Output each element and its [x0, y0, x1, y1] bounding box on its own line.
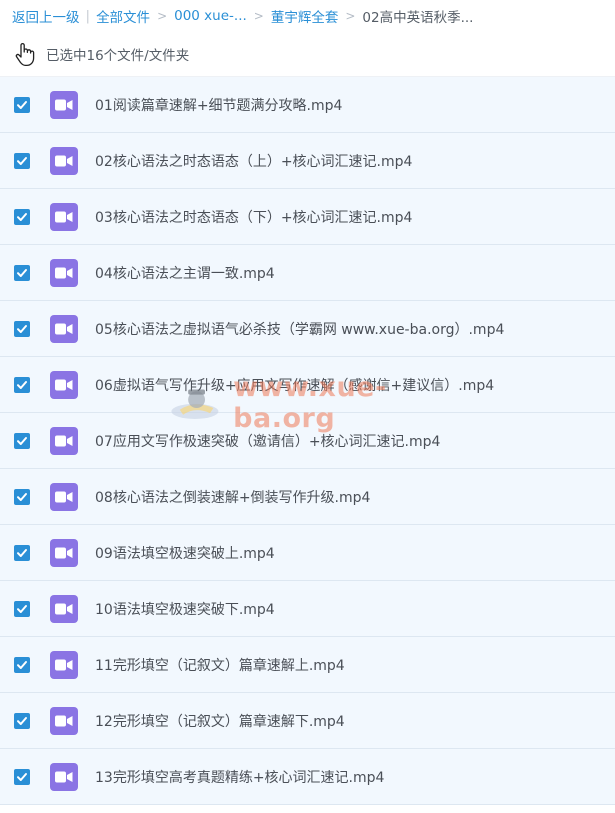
- file-row[interactable]: 13完形填空高考真题精练+核心词汇速记.mp4: [0, 749, 615, 805]
- checkmark-icon: [17, 268, 27, 277]
- checkmark-icon: [17, 716, 27, 725]
- file-checkbox[interactable]: [14, 600, 30, 617]
- checkmark-icon: [17, 660, 27, 669]
- selection-count-text: 已选中16个文件/文件夹: [46, 48, 190, 64]
- video-file-icon: [50, 482, 78, 511]
- video-file-icon: [50, 370, 78, 399]
- file-row[interactable]: 09语法填空极速突破上.mp4: [0, 525, 615, 581]
- file-checkbox[interactable]: [14, 208, 30, 225]
- checkmark-icon: [17, 380, 27, 389]
- file-name[interactable]: 06虚拟语气写作升级+应用文写作速解（感谢信+建议信）.mp4: [95, 375, 494, 395]
- video-file-icon: [50, 146, 78, 175]
- checkmark-icon: [17, 436, 27, 445]
- file-checkbox[interactable]: [14, 432, 30, 449]
- file-row[interactable]: 01阅读篇章速解+细节题满分攻略.mp4: [0, 77, 615, 133]
- video-file-icon: [50, 650, 78, 679]
- file-row[interactable]: 10语法填空极速突破下.mp4: [0, 581, 615, 637]
- checkmark-icon: [17, 772, 27, 781]
- file-name[interactable]: 02核心语法之时态语态（上）+核心词汇速记.mp4: [95, 151, 412, 171]
- file-row[interactable]: 07应用文写作极速突破（邀请信）+核心词汇速记.mp4: [0, 413, 615, 469]
- file-name[interactable]: 01阅读篇章速解+细节题满分攻略.mp4: [95, 95, 342, 115]
- file-row[interactable]: 08核心语法之倒装速解+倒装写作升级.mp4: [0, 469, 615, 525]
- breadcrumb-separator-icon: >: [345, 9, 356, 23]
- back-link[interactable]: 返回上一级: [12, 6, 80, 26]
- file-name[interactable]: 08核心语法之倒装速解+倒装写作升级.mp4: [95, 487, 370, 507]
- breadcrumb-divider: |: [85, 8, 91, 24]
- video-file-icon: [50, 258, 78, 287]
- file-checkbox[interactable]: [14, 712, 30, 729]
- file-name[interactable]: 03核心语法之时态语态（下）+核心词汇速记.mp4: [95, 207, 412, 227]
- file-name[interactable]: 10语法填空极速突破下.mp4: [95, 599, 275, 619]
- video-file-icon: [50, 90, 78, 119]
- file-name[interactable]: 09语法填空极速突破上.mp4: [95, 543, 275, 563]
- file-row[interactable]: 11完形填空（记叙文）篇章速解上.mp4: [0, 637, 615, 693]
- file-checkbox[interactable]: [14, 96, 30, 113]
- video-file-icon: [50, 706, 78, 735]
- file-name[interactable]: 13完形填空高考真题精练+核心词汇速记.mp4: [95, 767, 384, 787]
- file-name[interactable]: 07应用文写作极速突破（邀请信）+核心词汇速记.mp4: [95, 431, 440, 451]
- checkmark-icon: [17, 324, 27, 333]
- breadcrumb-current: 02高中英语秋季...: [362, 10, 474, 26]
- checkmark-icon: [17, 156, 27, 165]
- breadcrumb-folder-link[interactable]: 000 xue-...: [174, 8, 247, 24]
- video-file-icon: [50, 202, 78, 231]
- file-row[interactable]: 06虚拟语气写作升级+应用文写作速解（感谢信+建议信）.mp4: [0, 357, 615, 413]
- file-checkbox[interactable]: [14, 768, 30, 785]
- file-checkbox[interactable]: [14, 488, 30, 505]
- hand-cursor-icon: [15, 43, 35, 67]
- file-row[interactable]: 03核心语法之时态语态（下）+核心词汇速记.mp4: [0, 189, 615, 245]
- video-file-icon: [50, 594, 78, 623]
- file-list: 01阅读篇章速解+细节题满分攻略.mp4 02核心语法之时态语态（上）+核心词汇速…: [0, 77, 615, 805]
- file-row[interactable]: 05核心语法之虚拟语气必杀技（学霸网 www.xue-ba.org）.mp4: [0, 301, 615, 357]
- file-row[interactable]: 02核心语法之时态语态（上）+核心词汇速记.mp4: [0, 133, 615, 189]
- file-checkbox[interactable]: [14, 152, 30, 169]
- file-name[interactable]: 11完形填空（记叙文）篇章速解上.mp4: [95, 655, 345, 675]
- all-files-link[interactable]: 全部文件: [96, 6, 150, 26]
- video-file-icon: [50, 426, 78, 455]
- breadcrumb: 返回上一级 | 全部文件 > 000 xue-... > 董宇辉全套 > 02高…: [0, 0, 615, 32]
- file-checkbox[interactable]: [14, 320, 30, 337]
- checkmark-icon: [17, 548, 27, 557]
- file-name[interactable]: 05核心语法之虚拟语气必杀技（学霸网 www.xue-ba.org）.mp4: [95, 319, 504, 339]
- file-row[interactable]: 12完形填空（记叙文）篇章速解下.mp4: [0, 693, 615, 749]
- file-name[interactable]: 04核心语法之主谓一致.mp4: [95, 263, 275, 283]
- file-row[interactable]: 04核心语法之主谓一致.mp4: [0, 245, 615, 301]
- video-file-icon: [50, 314, 78, 343]
- file-checkbox[interactable]: [14, 264, 30, 281]
- file-checkbox[interactable]: [14, 656, 30, 673]
- video-file-icon: [50, 538, 78, 567]
- breadcrumb-folder-link[interactable]: 董宇辉全套: [271, 6, 339, 26]
- video-file-icon: [50, 762, 78, 791]
- checkmark-icon: [17, 492, 27, 501]
- breadcrumb-separator-icon: >: [253, 9, 264, 23]
- selection-bar: 已选中16个文件/文件夹: [0, 32, 615, 77]
- checkmark-icon: [17, 212, 27, 221]
- checkmark-icon: [17, 604, 27, 613]
- file-checkbox[interactable]: [14, 376, 30, 393]
- breadcrumb-separator-icon: >: [157, 9, 168, 23]
- file-checkbox[interactable]: [14, 544, 30, 561]
- file-name[interactable]: 12完形填空（记叙文）篇章速解下.mp4: [95, 711, 345, 731]
- checkmark-icon: [17, 100, 27, 109]
